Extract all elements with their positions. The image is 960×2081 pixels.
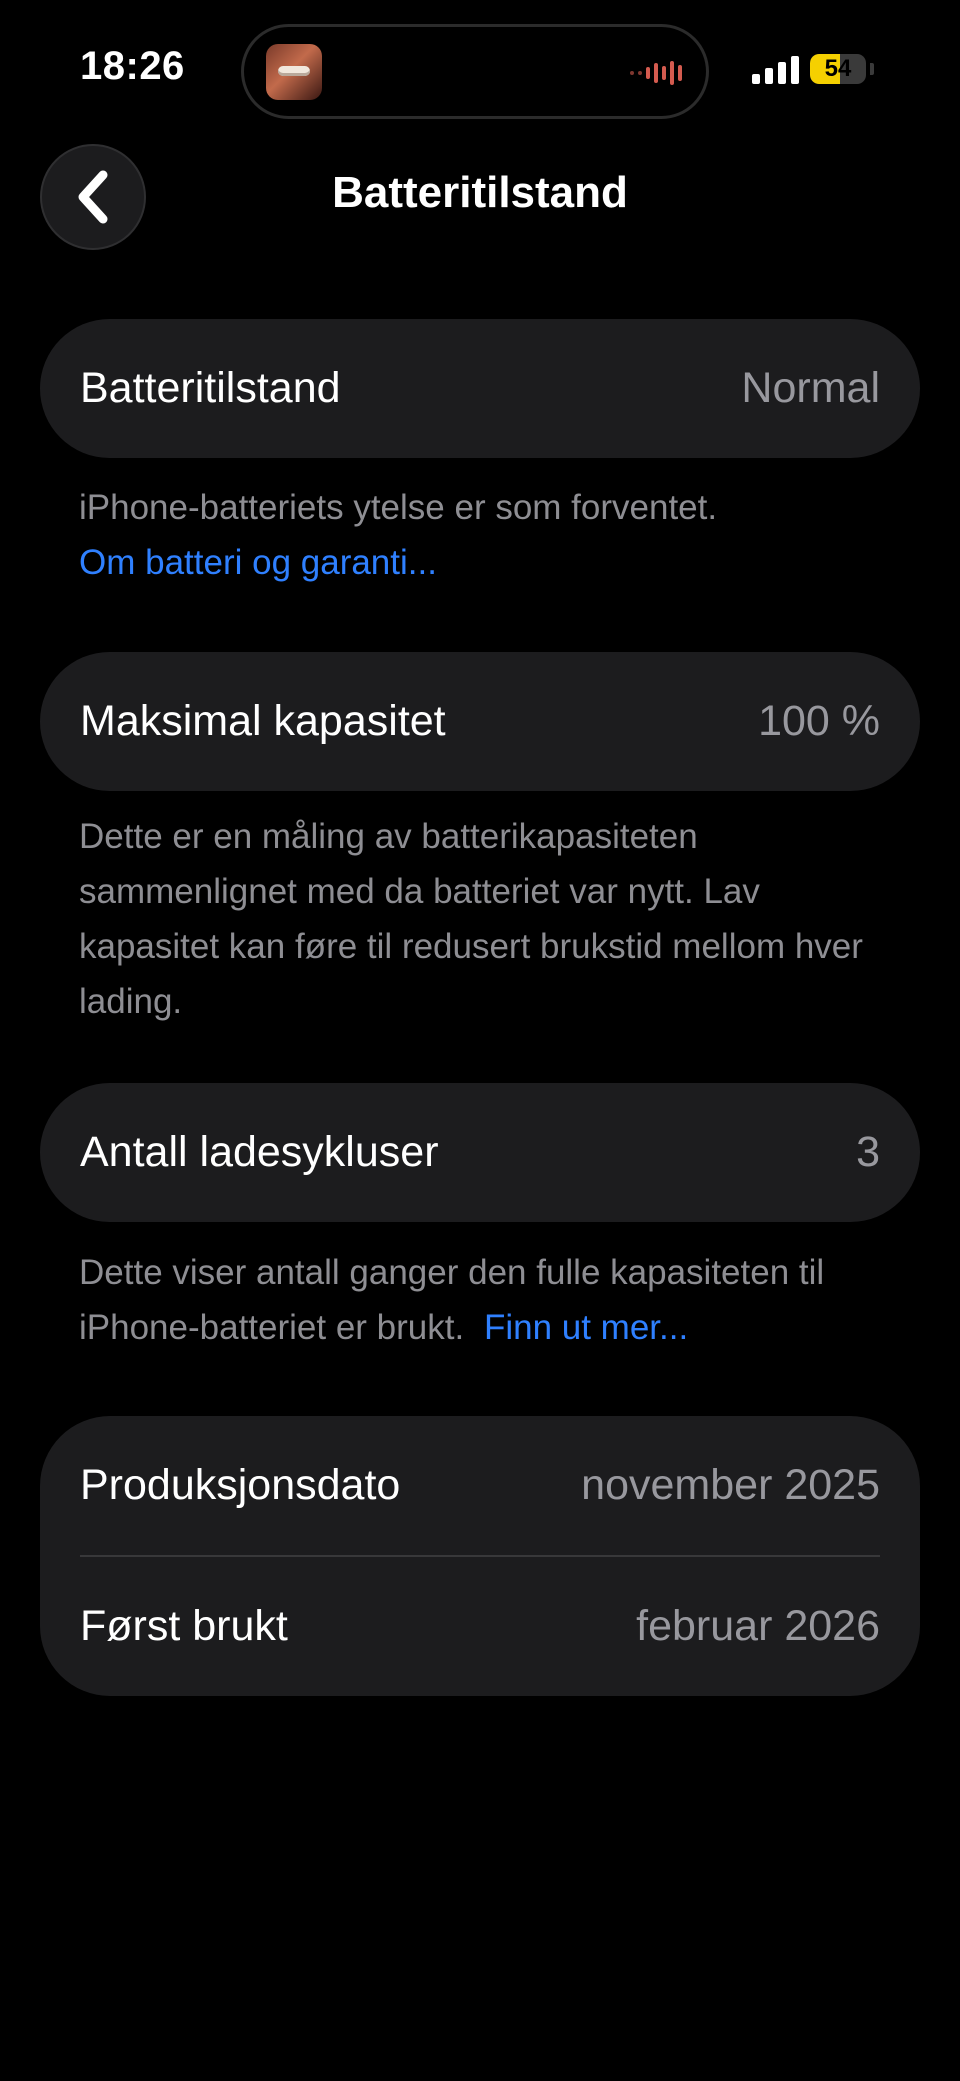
manufacture-date-label: Produksjonsdato xyxy=(80,1461,401,1509)
first-use-row: Først brukt februar 2026 xyxy=(80,1557,880,1696)
battery-health-footer-text: iPhone-batteriets ytelse er som forvente… xyxy=(79,488,718,527)
battery-icon: 54 xyxy=(810,54,866,84)
max-capacity-label: Maksimal kapasitet xyxy=(80,697,446,745)
battery-health-row: Batteritilstand Normal xyxy=(80,319,880,458)
cellular-signal-icon xyxy=(752,54,799,84)
cycle-count-footer-text: Dette viser antall ganger den fulle kapa… xyxy=(79,1253,825,1347)
dates-card: Produksjonsdato november 2025 Først bruk… xyxy=(40,1416,920,1696)
battery-health-value: Normal xyxy=(741,364,880,412)
cycle-count-value: 3 xyxy=(856,1128,880,1176)
battery-warranty-link[interactable]: Om batteri og garanti... xyxy=(79,535,899,590)
max-capacity-value: 100 % xyxy=(758,697,880,745)
manufacture-date-row: Produksjonsdato november 2025 xyxy=(80,1416,880,1555)
learn-more-link[interactable]: Finn ut mer... xyxy=(484,1308,688,1347)
cycle-count-card: Antall ladesykluser 3 xyxy=(40,1083,920,1222)
cycle-count-label: Antall ladesykluser xyxy=(80,1128,439,1176)
dynamic-island[interactable] xyxy=(241,24,709,119)
max-capacity-card: Maksimal kapasitet 100 % xyxy=(40,652,920,791)
page-title: Batteritilstand xyxy=(332,168,628,217)
battery-health-card: Batteritilstand Normal xyxy=(40,319,920,458)
cycle-count-row: Antall ladesykluser 3 xyxy=(80,1083,880,1222)
battery-health-footer: iPhone-batteriets ytelse er som forvente… xyxy=(79,480,899,590)
max-capacity-footer: Dette er en måling av batterikapasiteten… xyxy=(79,817,863,1021)
max-capacity-row: Maksimal kapasitet 100 % xyxy=(80,652,880,791)
manufacture-date-value: november 2025 xyxy=(581,1461,880,1509)
battery-percent: 54 xyxy=(824,55,852,82)
battery-cap xyxy=(870,63,874,75)
battery-health-label: Batteritilstand xyxy=(80,364,341,412)
now-playing-thumbnail[interactable] xyxy=(266,44,322,100)
status-bar: 18:26 54 xyxy=(0,0,960,140)
audio-waveform-icon xyxy=(630,61,682,85)
cycle-count-footer: Dette viser antall ganger den fulle kapa… xyxy=(79,1245,899,1355)
status-time: 18:26 xyxy=(80,44,185,88)
first-use-value: februar 2026 xyxy=(636,1602,880,1650)
first-use-label: Først brukt xyxy=(80,1602,288,1650)
